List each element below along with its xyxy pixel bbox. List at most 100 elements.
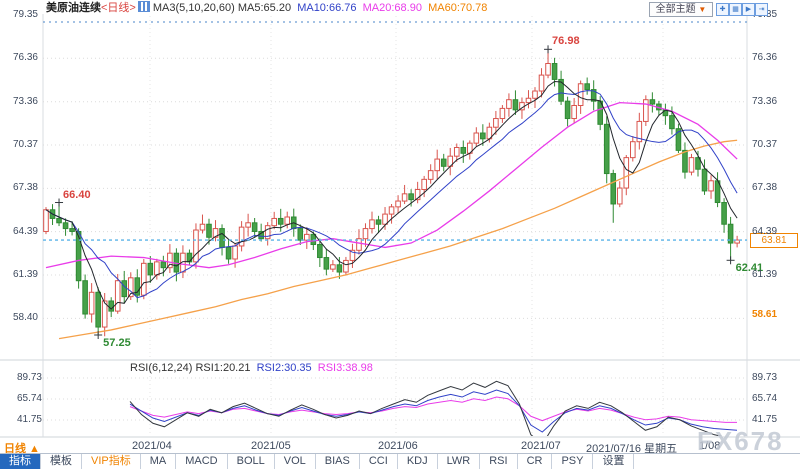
ma20-value: MA20:68.90 (363, 2, 422, 14)
theme-dropdown[interactable]: 全部主题 ▼ (649, 2, 713, 17)
rsi-panel-header: RSI(6,12,24) RSI1:20.21 RSI2:30.35 RSI3:… (130, 362, 373, 375)
rsi-tick-right: 89.73 (752, 372, 777, 384)
grid-layout-icon-button[interactable]: ▦ (729, 3, 742, 16)
month-label: 2021/04 (132, 440, 172, 452)
crosshair-icon-button[interactable]: ✚ (716, 3, 729, 16)
candle (278, 218, 283, 224)
candle (513, 100, 518, 110)
tab-VIP指标[interactable]: VIP指标 (82, 454, 141, 469)
page-end-icon-button[interactable]: ⇥ (755, 3, 768, 16)
chart-header: 美原油连续<日线>MA3(5,10,20,60) MA5:65.20 MA10:… (46, 1, 487, 15)
candle (644, 100, 649, 122)
chart-canvas[interactable] (0, 0, 800, 469)
ma10-value: MA10:66.76 (297, 2, 356, 14)
candle (722, 203, 727, 225)
candle (507, 100, 512, 109)
candle (226, 247, 231, 259)
candle (617, 188, 622, 204)
dropdown-arrow-icon: ▼ (698, 5, 706, 14)
tab-CCI[interactable]: CCI (360, 454, 398, 469)
rsi-tick-left: 89.73 (8, 372, 42, 384)
period-label[interactable]: <日线> (101, 2, 136, 14)
candle (331, 265, 336, 269)
candle (324, 258, 329, 270)
price-marker-label: 57.25 (103, 337, 131, 349)
candle (604, 124, 609, 173)
price-tick-right: 67.38 (752, 182, 777, 194)
candle (526, 98, 531, 102)
price-tick-left: 73.36 (4, 96, 38, 108)
candle (494, 119, 499, 128)
price-tick-left: 79.35 (4, 9, 38, 21)
candle (611, 174, 616, 204)
candle (546, 64, 551, 76)
price-tick-right: 70.37 (752, 139, 777, 151)
candle (298, 229, 303, 241)
forward-icon-button[interactable]: ▶ (742, 3, 755, 16)
tab-BIAS[interactable]: BIAS (316, 454, 360, 469)
chart-app: { "header": { "symbol": "美原油连续", "period… (0, 0, 800, 469)
candle (441, 159, 446, 166)
low-price-right-label: 58.61 (752, 309, 777, 321)
tab-LWR[interactable]: LWR (438, 454, 481, 469)
symbol-name: 美原油连续 (46, 2, 101, 14)
candle (481, 133, 486, 139)
ma5-value: MA5:65.20 (238, 2, 291, 14)
candle (539, 75, 544, 91)
rsi1-value: RSI1:20.21 (195, 362, 250, 374)
candle (252, 223, 257, 232)
tab-MACD[interactable]: MACD (176, 454, 227, 469)
tab-RSI[interactable]: RSI (480, 454, 517, 469)
price-tick-left: 76.36 (4, 52, 38, 64)
tab-KDJ[interactable]: KDJ (398, 454, 438, 469)
rsi2-value: RSI2:30.35 (257, 362, 312, 374)
watermark-logo: FX678 (697, 426, 784, 457)
candle (337, 265, 342, 272)
tab-模板[interactable]: 模板 (41, 454, 82, 469)
candle (552, 64, 557, 80)
candle (624, 158, 629, 188)
price-tick-left: 70.37 (4, 139, 38, 151)
price-tick-left: 67.38 (4, 182, 38, 194)
x-axis-strip: 2021/042021/052021/062021/072021/07/16 星… (0, 438, 800, 453)
tab-CR[interactable]: CR (518, 454, 553, 469)
candle (631, 142, 636, 158)
rsi-tick-left: 41.75 (8, 414, 42, 426)
candle (76, 231, 81, 280)
candle (285, 217, 290, 224)
candle (435, 159, 440, 171)
rsi-layer (130, 381, 737, 444)
candle (533, 91, 538, 98)
candle (389, 207, 394, 214)
candle (155, 262, 160, 275)
price-tick-left: 61.39 (4, 269, 38, 281)
candle (70, 229, 75, 232)
tab-设置[interactable]: 设置 (593, 454, 634, 469)
candle (246, 223, 251, 227)
candle (233, 246, 238, 259)
candle (57, 218, 62, 222)
candle (344, 260, 349, 272)
candle (142, 263, 147, 295)
tab-指标[interactable]: 指标 (0, 454, 41, 469)
month-label: 2021/07 (521, 440, 561, 452)
candle (709, 181, 714, 191)
tab-PSY[interactable]: PSY (552, 454, 593, 469)
rsi-title: RSI(6,12,24) (130, 362, 192, 374)
candle (422, 179, 427, 189)
tab-BOLL[interactable]: BOLL (228, 454, 275, 469)
tab-VOL[interactable]: VOL (275, 454, 316, 469)
candle (318, 245, 323, 258)
indicator-toolbar: 指标模板VIP指标MAMACDBOLLVOLBIASCCIKDJLWRRSICR… (0, 453, 800, 469)
candle (683, 150, 688, 172)
price-marker-label: 76.98 (552, 35, 580, 47)
candle (383, 214, 388, 224)
tab-MA[interactable]: MA (141, 454, 177, 469)
candle (585, 84, 590, 90)
chart-type-icon[interactable] (138, 1, 150, 12)
month-label: 2021/06 (378, 440, 418, 452)
rsi-tick-right: 41.75 (752, 414, 777, 426)
price-tick-left: 58.40 (4, 312, 38, 324)
price-tick-right: 64.39 (752, 226, 777, 238)
candle (402, 194, 407, 201)
